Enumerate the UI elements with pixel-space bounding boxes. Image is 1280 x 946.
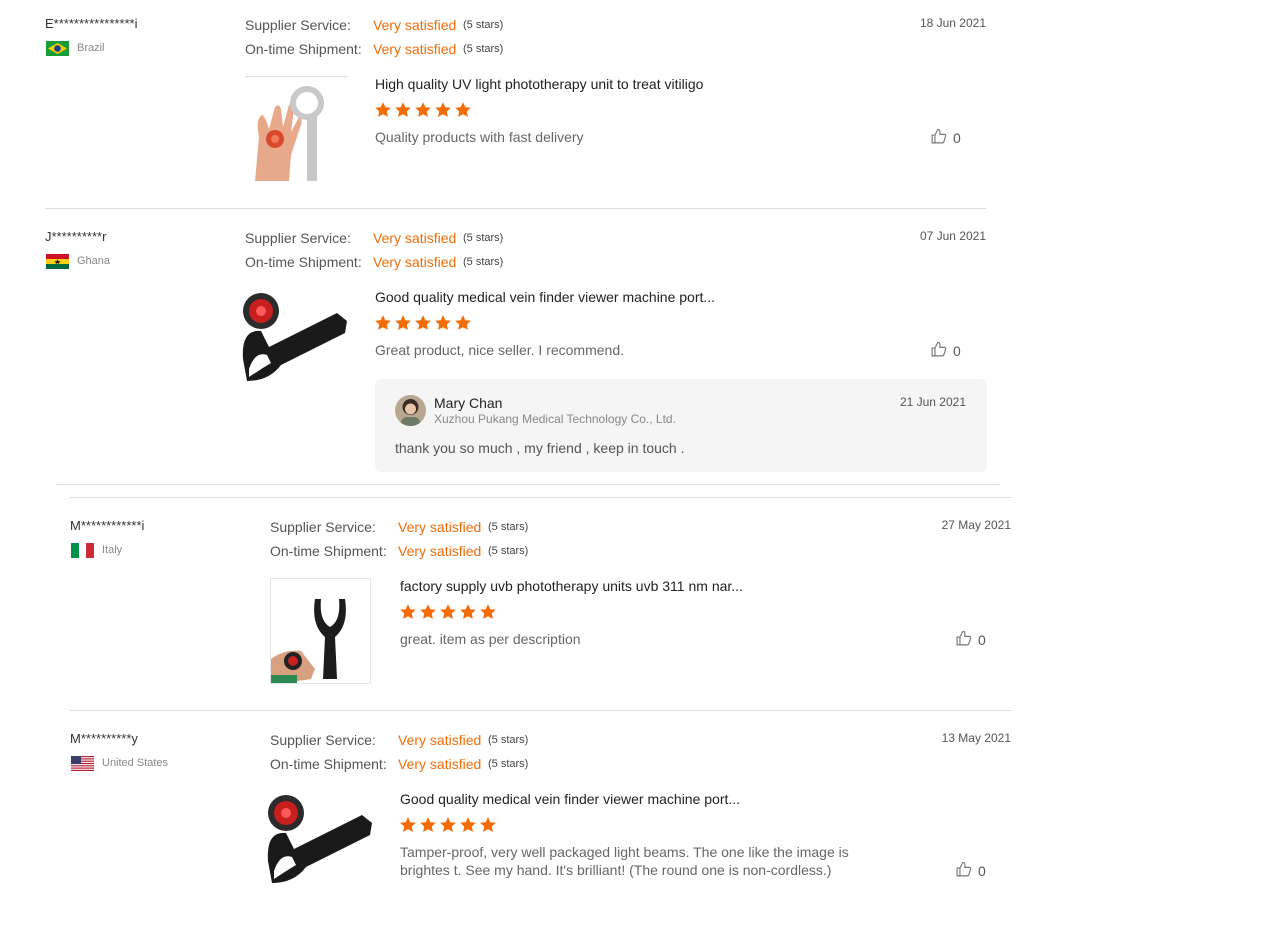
supplier-service-label: Supplier Service: (270, 519, 376, 535)
supplier-service-stars: (5 stars) (488, 521, 529, 533)
review-divider (45, 208, 986, 209)
product-thumbnail[interactable] (266, 791, 374, 886)
thumbs-up-icon (955, 861, 972, 881)
reviewer-country: Italy (102, 544, 123, 556)
review-divider (57, 484, 999, 485)
star-icon (440, 604, 456, 619)
star-icon (375, 102, 391, 117)
review-date: 13 May 2021 (941, 731, 1011, 745)
reply-author-name: Mary Chan (434, 395, 503, 411)
star-icon (455, 315, 471, 330)
reviewer-name: E****************i (45, 16, 138, 31)
reply-text: thank you so much , my friend , keep in … (395, 440, 685, 456)
product-title-link[interactable]: High quality UV light phototherapy unit … (375, 76, 703, 92)
star-icon (435, 102, 451, 117)
supplier-service-value: Very satisfied (398, 732, 482, 748)
shipment-stars: (5 stars) (463, 256, 504, 268)
star-icon (460, 817, 476, 832)
star-icon (400, 604, 416, 619)
like-count: 0 (953, 130, 961, 146)
shipment-label: On-time Shipment: (270, 756, 387, 772)
reply-date: 21 Jun 2021 (899, 395, 966, 409)
star-icon (440, 817, 456, 832)
review-divider (70, 710, 1012, 711)
shipment-label: On-time Shipment: (245, 254, 362, 270)
product-thumbnail[interactable] (270, 578, 371, 684)
like-count: 0 (978, 863, 986, 879)
product-title-link[interactable]: Good quality medical vein finder viewer … (400, 791, 740, 807)
rating-stars (399, 816, 497, 834)
product-thumbnail[interactable] (245, 76, 348, 181)
supplier-reply: Mary Chan Xuzhou Pukang Medical Technolo… (375, 379, 987, 472)
italy-flag-icon (71, 543, 94, 558)
like-button[interactable]: 0 (955, 630, 986, 650)
review-date: 27 May 2021 (941, 518, 1011, 532)
supplier-service-stars: (5 stars) (463, 19, 504, 31)
supplier-service-value: Very satisfied (398, 519, 482, 535)
rating-stars (374, 314, 472, 332)
star-icon (435, 315, 451, 330)
review-date: 07 Jun 2021 (919, 229, 986, 243)
shipment-value: Very satisfied (373, 41, 457, 57)
thumbs-up-icon (955, 630, 972, 650)
shipment-label: On-time Shipment: (270, 543, 387, 559)
review-comment: Tamper-proof, very well packaged light b… (400, 844, 849, 878)
like-button[interactable]: 0 (955, 861, 986, 881)
star-icon (455, 102, 471, 117)
reviewer-country: Ghana (77, 255, 111, 267)
like-count: 0 (953, 343, 961, 359)
rating-stars (374, 101, 472, 119)
shipment-label: On-time Shipment: (245, 41, 362, 57)
star-icon (420, 604, 436, 619)
reviewer-country: Brazil (77, 42, 105, 54)
product-title-link[interactable]: Good quality medical vein finder viewer … (375, 289, 715, 305)
review-comment: Quality products with fast delivery (375, 129, 584, 145)
like-button[interactable]: 0 (930, 341, 961, 361)
supplier-service-stars: (5 stars) (463, 232, 504, 244)
product-title-link[interactable]: factory supply uvb phototherapy units uv… (400, 578, 743, 594)
shipment-stars: (5 stars) (488, 758, 529, 770)
star-icon (460, 604, 476, 619)
review-divider (70, 497, 1012, 498)
shipment-value: Very satisfied (398, 756, 482, 772)
star-icon (480, 817, 496, 832)
supplier-service-value: Very satisfied (373, 230, 457, 246)
shipment-value: Very satisfied (373, 254, 457, 270)
reviewer-name: M************i (70, 518, 145, 533)
product-thumbnail[interactable] (241, 289, 349, 384)
shipment-stars: (5 stars) (463, 43, 504, 55)
star-icon (395, 315, 411, 330)
ghana-flag-icon (46, 254, 69, 269)
avatar (395, 395, 426, 426)
star-icon (375, 315, 391, 330)
like-count: 0 (978, 632, 986, 648)
star-icon (395, 102, 411, 117)
like-button[interactable]: 0 (930, 128, 961, 148)
star-icon (400, 817, 416, 832)
thumbs-up-icon (930, 341, 947, 361)
supplier-service-label: Supplier Service: (270, 732, 376, 748)
reviewer-country: United States (102, 757, 169, 769)
supplier-service-label: Supplier Service: (245, 230, 351, 246)
review-date: 18 Jun 2021 (919, 16, 986, 30)
star-icon (480, 604, 496, 619)
supplier-service-label: Supplier Service: (245, 17, 351, 33)
review-comment: Great product, nice seller. I recommend. (375, 342, 624, 358)
star-icon (420, 817, 436, 832)
brazil-flag-icon (46, 41, 69, 56)
reviewer-name: M**********y (70, 731, 138, 746)
rating-stars (399, 603, 497, 621)
supplier-service-value: Very satisfied (373, 17, 457, 33)
thumbs-up-icon (930, 128, 947, 148)
us-flag-icon (71, 756, 94, 771)
shipment-stars: (5 stars) (488, 545, 529, 557)
supplier-service-stars: (5 stars) (488, 734, 529, 746)
reply-company: Xuzhou Pukang Medical Technology Co., Lt… (434, 412, 676, 426)
reviewer-name: J**********r (45, 229, 107, 244)
shipment-value: Very satisfied (398, 543, 482, 559)
review-comment: great. item as per description (400, 631, 581, 647)
star-icon (415, 102, 431, 117)
star-icon (415, 315, 431, 330)
